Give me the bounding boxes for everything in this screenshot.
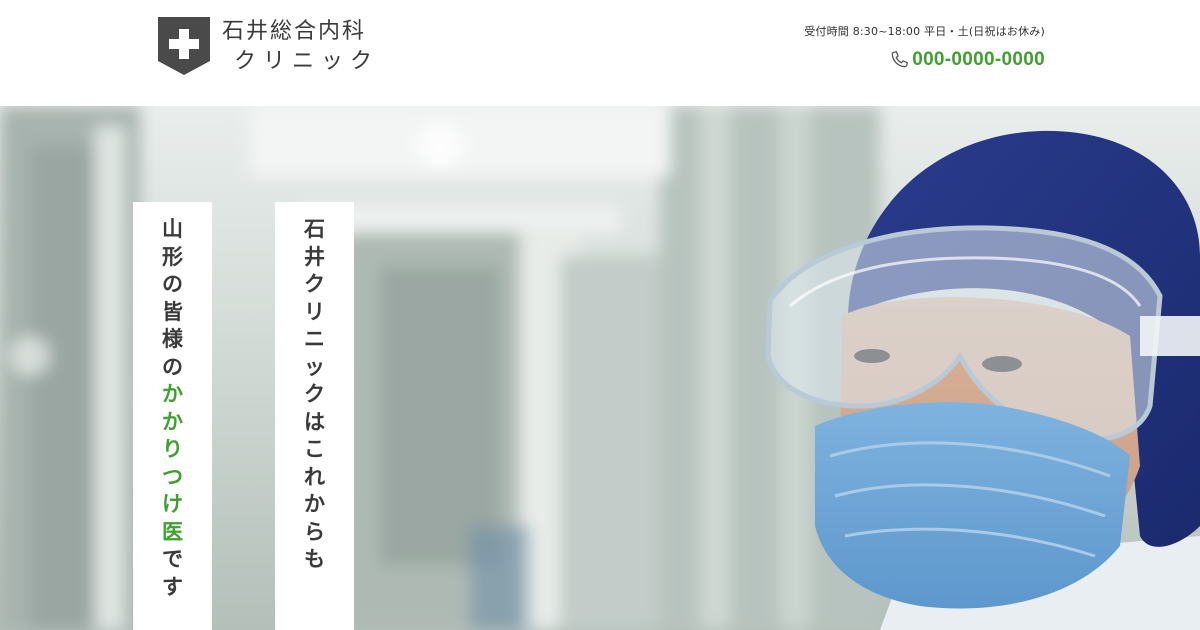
catchphrase-char: リ <box>304 299 325 324</box>
catchphrase-char: も <box>304 547 325 571</box>
catchphrase-char: 様 <box>162 327 183 351</box>
catchphrase-char: 井 <box>304 244 325 269</box>
catchphrase-char: は <box>304 409 325 434</box>
catchphrase-char: 皆 <box>162 299 183 324</box>
phone-icon <box>891 51 909 68</box>
catchphrase-right: 石井クリニックはこれからも <box>275 202 354 574</box>
reception-hours: 受付時間 8:30~18:00 平日・土(日祝はお休み) <box>804 25 1045 38</box>
catchphrase-char: 医 <box>162 519 183 544</box>
catchphrase-char: ニ <box>304 327 325 351</box>
catchphrase-char: す <box>162 574 183 599</box>
catchphrase-char: か <box>304 492 325 516</box>
catchphrase-char: こ <box>304 437 325 461</box>
catchphrase-char: で <box>162 547 183 571</box>
catchphrase-char: つ <box>162 464 183 489</box>
catchphrase-left: 山形の皆様のかかりつけ医です <box>133 202 212 601</box>
catchphrase-char: れ <box>304 464 325 489</box>
site-header: 石井総合内科 クリニック 受付時間 8:30~18:00 平日・土(日祝はお休み… <box>0 0 1200 106</box>
medical-cross-shield-icon <box>158 17 210 75</box>
phone-link[interactable]: 000-0000-0000 <box>804 49 1045 71</box>
catchphrase-char: ら <box>304 519 325 544</box>
catchphrase-char: か <box>162 409 183 434</box>
clinic-name: 石井総合内科 クリニック <box>222 18 379 76</box>
catchphrase-char: の <box>162 272 183 296</box>
catchphrase-char: 山 <box>162 217 183 241</box>
catchphrase-char: け <box>162 492 183 516</box>
catchphrase-card-left: 山形の皆様のかかりつけ医です <box>133 202 212 630</box>
clinic-logo-link[interactable]: 石井総合内科 クリニック <box>158 17 379 76</box>
phone-number: 000-0000-0000 <box>912 49 1045 70</box>
catchphrase-card-right: 石井クリニックはこれからも <box>275 202 354 630</box>
catchphrase-char: の <box>162 354 183 379</box>
contact-info: 受付時間 8:30~18:00 平日・土(日祝はお休み) 000-0000-00… <box>804 24 1045 71</box>
catchphrase-char: 石 <box>304 217 325 241</box>
catchphrase-char: り <box>162 437 183 461</box>
clinic-name-line2: クリニック <box>234 49 380 74</box>
catchphrase-char: か <box>162 382 183 406</box>
hero-section: 山形の皆様のかかりつけ医です 石井クリニックはこれからも <box>0 106 1200 630</box>
catchphrase-char: 形 <box>162 244 183 269</box>
catchphrase-char: ク <box>304 272 325 296</box>
catchphrase-char: ク <box>304 382 325 406</box>
clinic-name-line1: 石井総合内科 <box>222 19 367 44</box>
catchphrase-char: ッ <box>304 354 325 379</box>
